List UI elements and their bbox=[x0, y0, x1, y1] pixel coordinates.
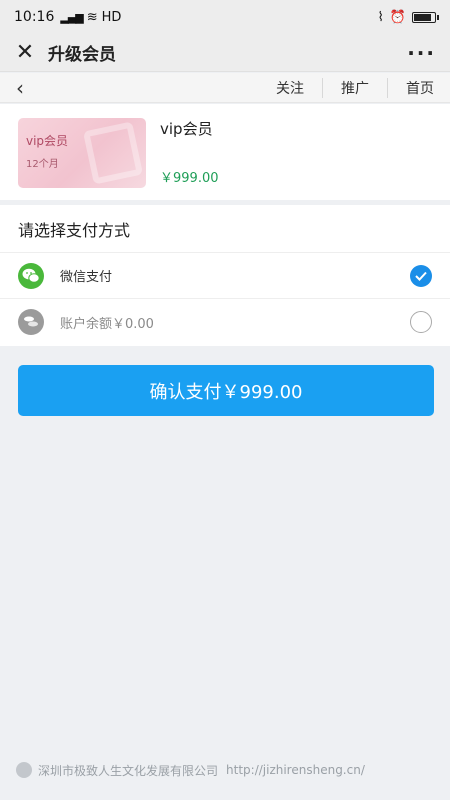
payment-option-balance[interactable]: 账户余额￥0.00 bbox=[0, 299, 450, 345]
alarm-icon: ⏰ bbox=[389, 9, 406, 25]
product-summary: vip会员 12个月 vip会员 ￥999.00 bbox=[0, 104, 450, 200]
footer: 深圳市极致人生文化发展有限公司 http://jizhirensheng.cn/ bbox=[0, 740, 450, 800]
network-label: HD bbox=[101, 9, 122, 25]
battery-icon bbox=[412, 11, 439, 23]
network-icon: ≋ bbox=[86, 9, 98, 25]
product-name: vip会员 bbox=[160, 120, 213, 138]
nav-bar: ‹ 关注 推广 首页 bbox=[0, 73, 450, 103]
company-logo-icon bbox=[16, 762, 32, 778]
status-bar: 10:16 ▂▄▆ ≋ HD ⌇ ⏰ bbox=[0, 0, 450, 34]
nav-link-promote[interactable]: 推广 bbox=[322, 77, 387, 98]
back-icon[interactable]: ‹ bbox=[16, 76, 24, 100]
status-time: 10:16 bbox=[14, 9, 55, 25]
page-title: 升级会员 bbox=[48, 45, 116, 65]
status-right: ⌇ ⏰ bbox=[377, 9, 439, 25]
payment-option-label: 微信支付 bbox=[60, 270, 113, 285]
close-icon[interactable]: ✕ bbox=[14, 41, 36, 64]
nav-links: 关注 推广 首页 bbox=[276, 77, 434, 98]
payment-methods: 请选择支付方式 微信支付 账户余额￥0.00 bbox=[0, 205, 450, 346]
title-bar: ✕ 升级会员 ··· bbox=[0, 34, 450, 72]
confirm-pay-button[interactable]: 确认支付￥999.00 bbox=[18, 365, 434, 416]
status-signal: ▂▄▆ ≋ HD bbox=[60, 10, 121, 25]
wallet-icon bbox=[18, 309, 44, 335]
product-price: ￥999.00 bbox=[160, 171, 219, 186]
product-info: vip会员 ￥999.00 bbox=[160, 118, 219, 186]
vip-card-image: vip会员 12个月 bbox=[18, 118, 146, 188]
nav-link-follow[interactable]: 关注 bbox=[276, 78, 322, 98]
vibrate-icon: ⌇ bbox=[377, 9, 384, 25]
wechat-icon bbox=[18, 262, 44, 289]
footer-company: 深圳市极致人生文化发展有限公司 bbox=[38, 763, 219, 778]
payment-option-wechat[interactable]: 微信支付 bbox=[0, 253, 450, 299]
payment-header: 请选择支付方式 bbox=[0, 205, 450, 253]
card-title: vip会员 bbox=[26, 134, 69, 148]
more-menu-icon[interactable]: ··· bbox=[407, 41, 436, 65]
signal-icon: ▂▄▆ bbox=[60, 10, 83, 24]
radio-unchecked-icon[interactable] bbox=[410, 311, 432, 333]
card-duration: 12个月 bbox=[26, 159, 59, 170]
nav-link-home[interactable]: 首页 bbox=[387, 77, 434, 98]
card-decoration bbox=[82, 121, 144, 185]
radio-checked-icon[interactable] bbox=[410, 264, 432, 287]
payment-option-label: 账户余额￥0.00 bbox=[60, 316, 154, 332]
footer-url[interactable]: http://jizhirensheng.cn/ bbox=[226, 763, 365, 777]
